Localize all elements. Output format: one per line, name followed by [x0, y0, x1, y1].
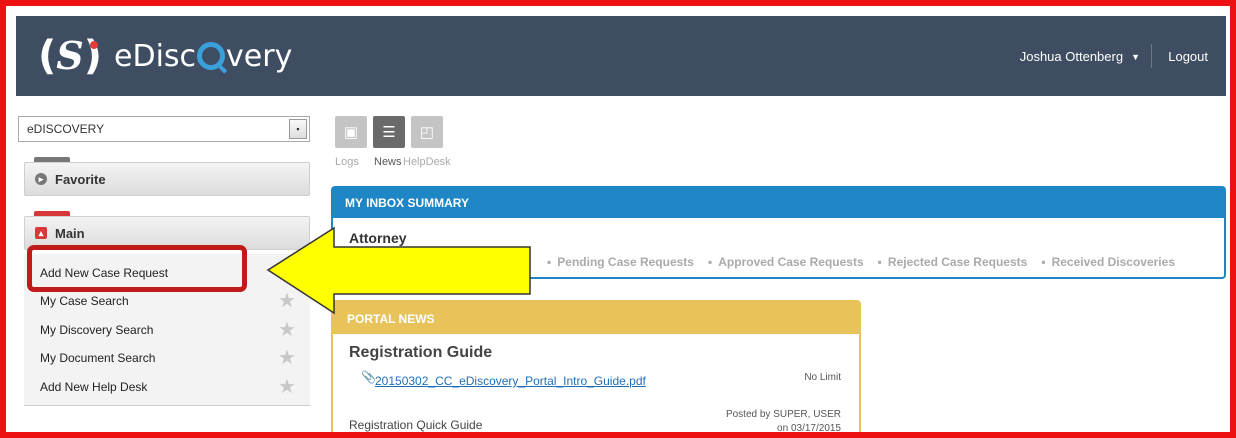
annotation-frame: (S) eDisc very Joshua Ottenberg ▼ Logout …	[0, 0, 1236, 438]
annotation-arrow	[266, 226, 531, 315]
